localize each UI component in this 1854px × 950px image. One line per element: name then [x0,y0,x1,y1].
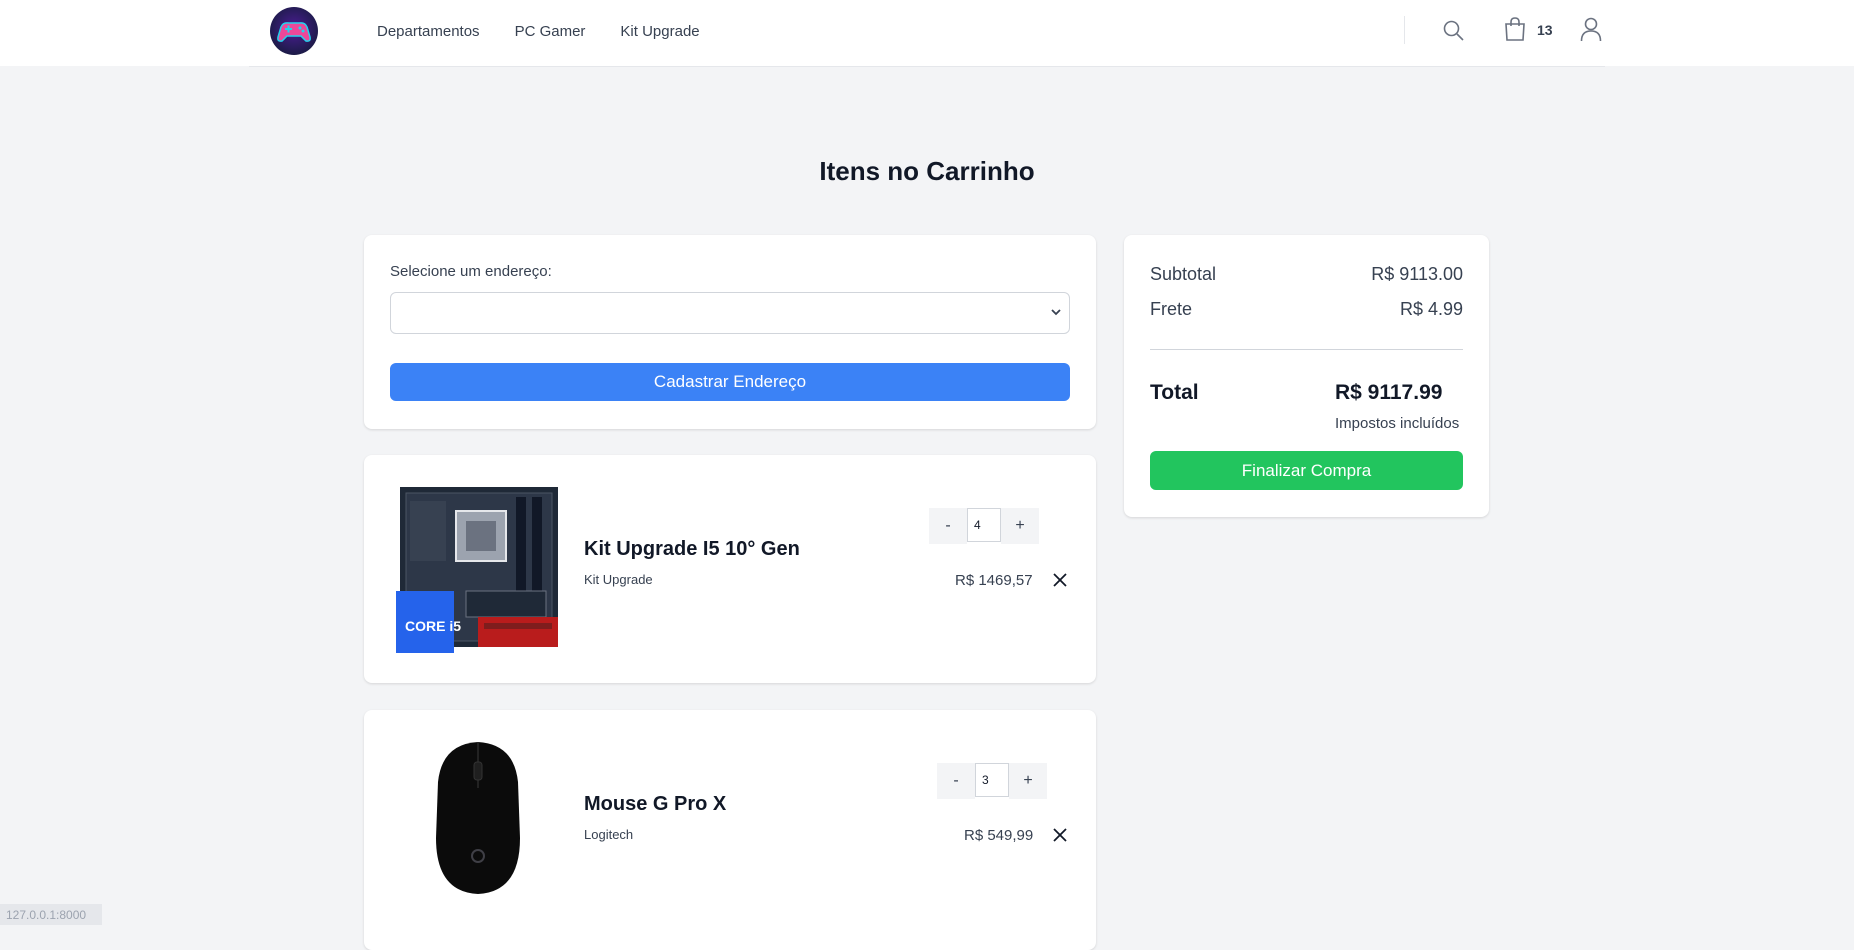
user-icon[interactable] [1580,16,1602,47]
quantity-stepper: - 3 + [937,763,1047,799]
item-brand: Logitech [584,827,634,842]
shipping-value: R$ 4.99 [1399,299,1463,319]
nav-departamentos[interactable]: Departamentos [377,21,480,43]
cart-item: CORE i5 Kit Upgrade I5 10° Gen Kit Upgra… [364,455,1096,683]
quantity-input[interactable]: 3 [975,763,1009,797]
decrease-quantity-button[interactable]: - [937,763,975,799]
search-icon[interactable] [1441,18,1465,47]
quantity-stepper: - 4 + [929,508,1039,544]
header-divider [1404,16,1405,44]
main-nav: Departamentos PC Gamer Kit Upgrade [377,21,735,43]
gamepad-logo[interactable] [270,7,318,55]
item-name: Kit Upgrade I5 10° Gen [584,538,800,560]
total-value: R$ 9117.99 [1335,381,1443,404]
quantity-input[interactable]: 4 [967,508,1001,542]
page-title: Itens no Carrinho [819,156,1035,186]
item-price: R$ 1469,57 [955,572,1033,589]
site-header: Departamentos PC Gamer Kit Upgrade 13 [0,0,1854,66]
item-brand: Kit Upgrade [584,572,653,587]
address-label: Selecione um endereço: [390,263,552,280]
subtotal-row: Subtotal R$ 9113.00 [1150,264,1463,285]
cart-item: Mouse G Pro X Logitech - 3 + R$ 549,99 [364,710,1096,950]
address-select[interactable] [390,292,1070,334]
subtotal-value: R$ 9113.00 [1371,264,1463,284]
shopping-bag-icon[interactable] [1503,16,1527,47]
shipping-row: Frete R$ 4.99 [1150,299,1463,320]
tax-note: Impostos incluídos [1335,415,1460,432]
summary-divider [1150,349,1463,350]
increase-quantity-button[interactable]: + [1001,508,1039,544]
item-price: R$ 549,99 [964,827,1034,844]
address-card: Selecione um endereço: Cadastrar Endereç… [364,235,1096,429]
svg-text:CORE i5: CORE i5 [405,618,461,634]
total-label: Total [1150,381,1199,404]
shipping-label: Frete [1150,299,1193,319]
status-bar-url: 127.0.0.1:8000 [0,904,102,925]
product-image [396,742,560,906]
nav-pc-gamer[interactable]: PC Gamer [515,21,586,43]
increase-quantity-button[interactable]: + [1009,763,1047,799]
nav-kit-upgrade[interactable]: Kit Upgrade [620,21,699,43]
chevron-down-icon [1049,305,1063,324]
close-icon[interactable] [1052,572,1068,593]
header-border [249,66,1605,67]
order-summary-card: Subtotal R$ 9113.00 Frete R$ 4.99 Total … [1124,235,1489,517]
decrease-quantity-button[interactable]: - [929,508,967,544]
product-image: CORE i5 [396,487,560,653]
subtotal-label: Subtotal [1150,264,1217,284]
close-icon[interactable] [1052,827,1068,848]
checkout-button[interactable]: Finalizar Compra [1150,451,1463,490]
cart-count: 13 [1537,22,1553,38]
register-address-button[interactable]: Cadastrar Endereço [390,363,1070,401]
item-name: Mouse G Pro X [584,793,727,815]
